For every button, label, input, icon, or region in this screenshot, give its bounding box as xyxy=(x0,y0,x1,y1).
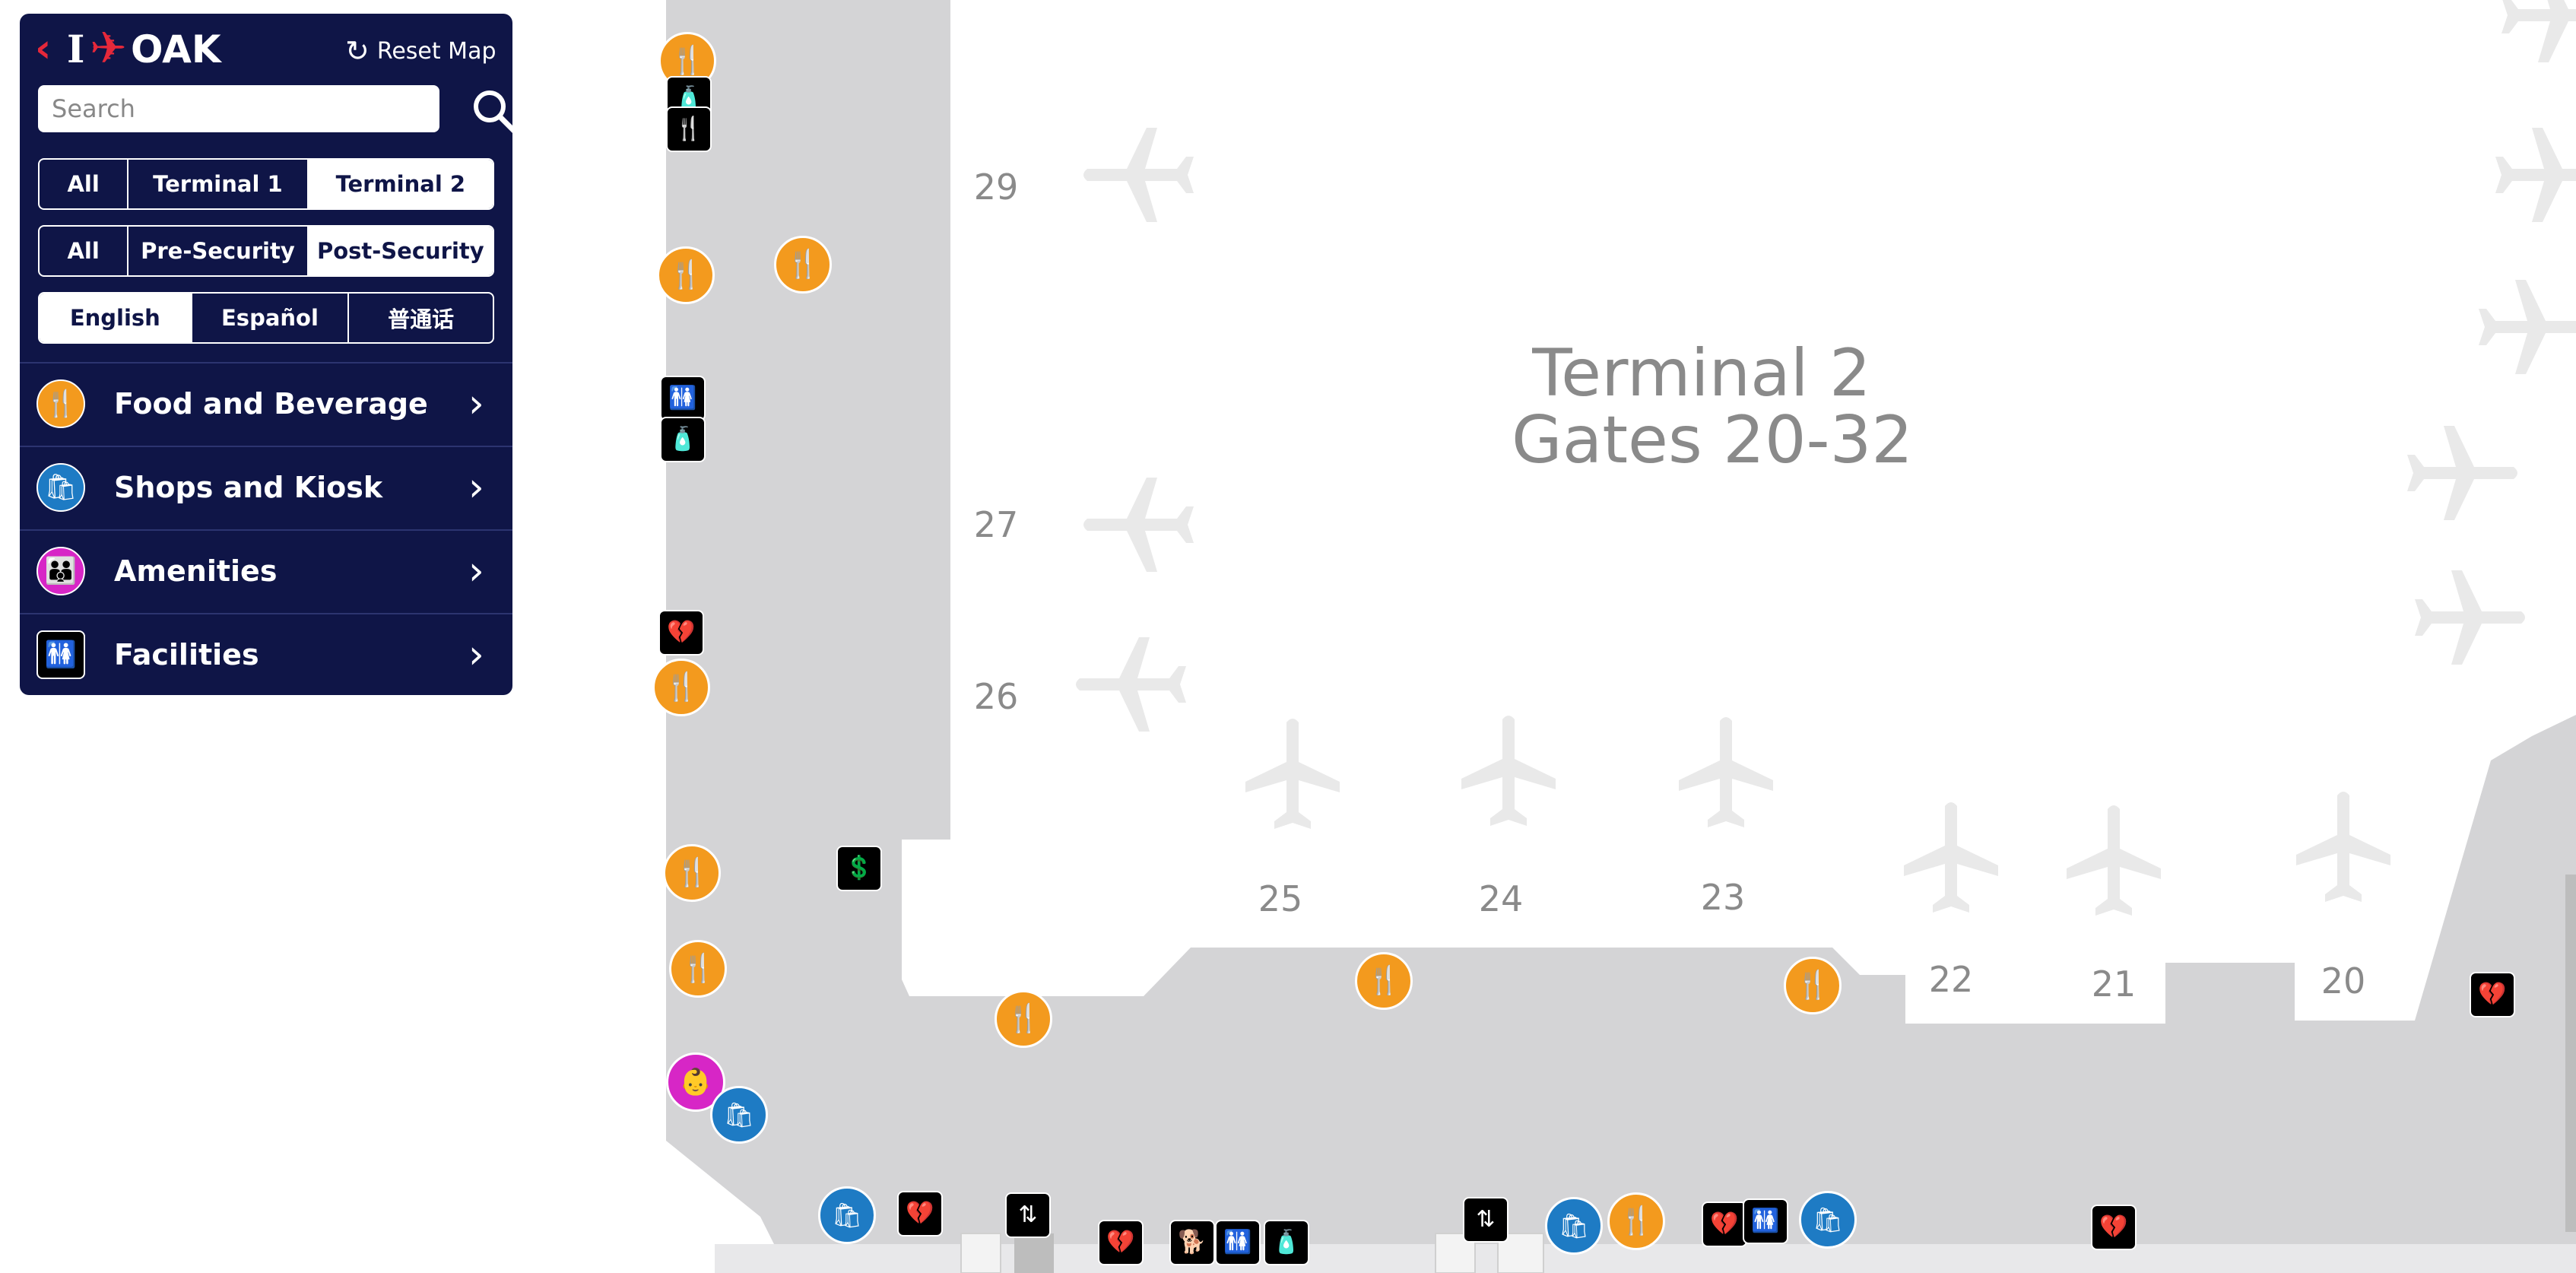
aed-heart-icon[interactable]: 💔 xyxy=(658,610,704,656)
gate-23-label[interactable]: 23 xyxy=(1701,877,1746,918)
fork-knife-icon[interactable]: 🍴 xyxy=(774,236,832,294)
gate-plane-icon xyxy=(1245,719,1340,829)
restroom-icon: 🚻 xyxy=(36,630,85,679)
gate-21-label[interactable]: 21 xyxy=(2092,963,2137,1005)
back-chevron-icon[interactable]: ‹ xyxy=(35,29,51,68)
security-filter-post-security[interactable]: Post-Security xyxy=(308,227,493,275)
gate-plane-icon xyxy=(1083,478,1194,572)
elevator-icon[interactable]: ⇅ xyxy=(1005,1192,1051,1238)
chevron-right-icon: › xyxy=(468,632,484,678)
water-refill-icon[interactable]: 🧴 xyxy=(1264,1220,1309,1265)
category-label: Amenities xyxy=(114,554,278,588)
terminal-filter-all[interactable]: All xyxy=(40,160,129,208)
restroom-icon[interactable]: 🚻 xyxy=(1743,1198,1788,1244)
search-icon[interactable] xyxy=(470,87,519,135)
refresh-icon: ↻ xyxy=(345,34,370,68)
reset-map-label: Reset Map xyxy=(376,37,496,65)
category-facilities[interactable]: 🚻 Facilities › xyxy=(20,613,512,695)
aed-heart-icon[interactable]: 💔 xyxy=(2091,1205,2137,1250)
food-court-icon[interactable]: 🍴 xyxy=(666,106,712,152)
chevron-right-icon: › xyxy=(468,465,484,510)
category-label: Shops and Kiosk xyxy=(114,471,383,504)
gate-plane-icon xyxy=(2415,570,2525,665)
gate-plane-icon xyxy=(1679,717,1773,827)
concourse-floor xyxy=(666,0,2576,1273)
elevator-icon[interactable]: ⇅ xyxy=(1463,1197,1508,1243)
terminal-title: Terminal 2 xyxy=(1531,335,1871,411)
water-refill-icon[interactable]: 🧴 xyxy=(660,417,706,462)
right-wall xyxy=(2565,875,2576,1232)
terminal-filter-terminal-1[interactable]: Terminal 1 xyxy=(128,160,309,208)
shopping-bag-icon: 🛍 xyxy=(36,463,85,512)
logo-oak: OAK xyxy=(131,27,221,71)
category-amenities[interactable]: 👪 Amenities › xyxy=(20,529,512,611)
stairs-left xyxy=(960,1233,1001,1273)
fork-knife-icon[interactable]: 🍴 xyxy=(1784,957,1842,1014)
gate-plane-icon xyxy=(1904,802,1998,913)
logo-plane-icon: ✈ xyxy=(90,22,127,74)
reset-map-button[interactable]: ↻ Reset Map xyxy=(345,37,496,65)
shopping-bag-icon[interactable]: 🛍 xyxy=(710,1086,768,1144)
gate-27-label[interactable]: 27 xyxy=(974,504,1019,545)
aed-heart-icon[interactable]: 💔 xyxy=(897,1191,943,1236)
gate-plane-icon xyxy=(2479,280,2576,374)
category-label: Facilities xyxy=(114,638,259,671)
fork-knife-icon: 🍴 xyxy=(36,379,85,428)
panel-header: ‹ I ✈ OAK ↻ Reset Map xyxy=(20,14,512,87)
gate-plane-icon xyxy=(2296,792,2390,902)
gate-plane-icon xyxy=(2495,128,2576,222)
aed-heart-icon[interactable]: 💔 xyxy=(2470,972,2515,1017)
shopping-bag-icon[interactable]: 🛍 xyxy=(818,1186,876,1244)
shopping-bag-icon[interactable]: 🛍 xyxy=(1545,1197,1603,1255)
terminal-filter-terminal-2[interactable]: Terminal 2 xyxy=(308,160,493,208)
fork-knife-icon[interactable]: 🍴 xyxy=(657,246,715,304)
gate-plane-icon xyxy=(2501,0,2576,62)
terminal-filter: All Terminal 1 Terminal 2 xyxy=(38,158,494,210)
language-mandarin[interactable]: 普通话 xyxy=(349,294,493,342)
pet-relief-icon[interactable]: 🐕 xyxy=(1169,1220,1215,1265)
fork-knife-icon[interactable]: 🍴 xyxy=(1355,952,1413,1010)
gate-plane-icon xyxy=(1076,637,1186,732)
language-filter: English Español 普通话 xyxy=(38,292,494,344)
fork-knife-icon[interactable]: 🍴 xyxy=(1607,1192,1665,1250)
gate-plane-icon xyxy=(2067,805,2161,916)
terminal-subtitle: Gates 20-32 xyxy=(1512,402,1913,478)
fork-knife-icon[interactable]: 🍴 xyxy=(652,659,710,716)
fork-knife-icon[interactable]: 🍴 xyxy=(669,940,727,998)
gate-25-label[interactable]: 25 xyxy=(1258,878,1303,919)
gate-plane-icon xyxy=(2407,426,2517,520)
language-espanol[interactable]: Español xyxy=(192,294,350,342)
restroom-icon[interactable]: 🚻 xyxy=(660,376,706,421)
gate-plane-icon xyxy=(1083,128,1194,222)
family-icon: 👪 xyxy=(36,547,85,595)
security-filter-all[interactable]: All xyxy=(40,227,129,275)
chevron-right-icon: › xyxy=(468,381,484,427)
fork-knife-icon[interactable]: 🍴 xyxy=(663,844,721,902)
gate-22-label[interactable]: 22 xyxy=(1929,959,1974,1000)
gate-26-label[interactable]: 26 xyxy=(974,676,1019,717)
gate-24-label[interactable]: 24 xyxy=(1479,878,1524,919)
security-filter: All Pre-Security Post-Security xyxy=(38,225,494,277)
security-filter-pre-security[interactable]: Pre-Security xyxy=(128,227,309,275)
map-control-panel: ‹ I ✈ OAK ↻ Reset Map All Terminal 1 Ter… xyxy=(20,14,517,695)
restroom-icon[interactable]: 🚻 xyxy=(1215,1220,1261,1265)
currency-exchange-icon[interactable]: 💲 xyxy=(836,846,882,891)
gate-plane-icon xyxy=(1461,716,1556,826)
category-shops-and-kiosk[interactable]: 🛍 Shops and Kiosk › xyxy=(20,446,512,528)
search-input[interactable] xyxy=(38,85,439,132)
shopping-bag-icon[interactable]: 🛍 xyxy=(1799,1191,1857,1249)
elevator-block xyxy=(1014,1233,1054,1273)
language-english[interactable]: English xyxy=(40,294,192,342)
fork-knife-icon[interactable]: 🍴 xyxy=(995,990,1052,1048)
aed-heart-icon[interactable]: 💔 xyxy=(1702,1202,1747,1247)
category-food-and-beverage[interactable]: 🍴 Food and Beverage › xyxy=(20,362,512,444)
gate-20-label[interactable]: 20 xyxy=(2321,960,2366,1002)
chevron-right-icon: › xyxy=(468,548,484,594)
category-label: Food and Beverage xyxy=(114,387,428,421)
logo-i: I xyxy=(67,27,85,71)
search-row xyxy=(38,85,517,135)
gate-29-label[interactable]: 29 xyxy=(974,167,1019,208)
aed-heart-icon[interactable]: 💔 xyxy=(1098,1220,1144,1265)
